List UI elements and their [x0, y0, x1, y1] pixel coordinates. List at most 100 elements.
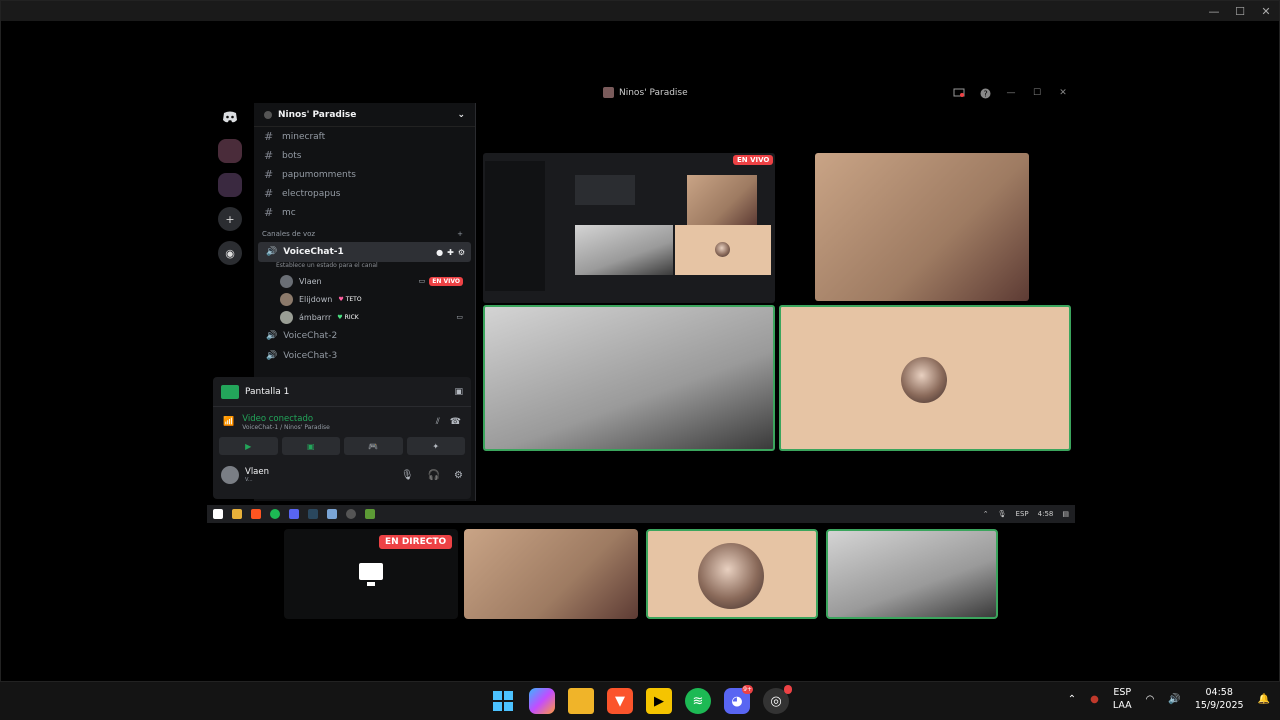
copilot-icon[interactable]: [529, 688, 555, 714]
channel-item[interactable]: # minecraft: [254, 127, 475, 146]
video-tile[interactable]: [483, 305, 775, 451]
stream-title: Ninos' Paradise: [603, 87, 688, 98]
discord-home-icon[interactable]: [218, 105, 242, 129]
explorer-icon[interactable]: [232, 509, 242, 519]
nameplate-badge: ♥ TETO: [338, 295, 362, 303]
voice-member[interactable]: ámbarrr ♥ RICK ▭: [254, 308, 475, 326]
channel-item[interactable]: # bots: [254, 146, 475, 165]
chat-icon[interactable]: ●: [436, 248, 443, 257]
recording-mic-icon[interactable]: ●: [1090, 694, 1099, 705]
voice-channel[interactable]: 🔊 VoiceChat-3: [258, 346, 471, 366]
notification-bell-icon[interactable]: 🔔: [1258, 694, 1270, 705]
lang-indicator[interactable]: ESP: [1016, 510, 1029, 518]
channel-name: bots: [282, 150, 302, 161]
voice-member[interactable]: Elijdown ♥ TETO: [254, 290, 475, 308]
guild-header[interactable]: Ninos' Paradise ⌄: [254, 103, 475, 127]
noise-suppression-icon[interactable]: ⫽: [436, 417, 440, 427]
plus-icon[interactable]: +: [457, 230, 463, 238]
screen-label: Pantalla 1: [245, 386, 290, 397]
inner-minimize-button[interactable]: —: [1005, 87, 1017, 99]
activity-button[interactable]: 🎮: [344, 437, 403, 455]
mic-icon[interactable]: 🎙: [998, 510, 1007, 518]
connection-status[interactable]: Video conectado: [242, 414, 330, 424]
notes-icon[interactable]: [327, 509, 337, 519]
server-folder-icon-2[interactable]: [218, 173, 242, 197]
soundboard-button[interactable]: ✦: [406, 437, 465, 455]
chevron-up-icon[interactable]: ⌃: [1068, 694, 1076, 705]
video-tile[interactable]: [646, 529, 818, 619]
voice-category[interactable]: Canales de voz +: [254, 226, 475, 242]
invite-icon[interactable]: ✚: [447, 248, 454, 257]
hash-icon: #: [264, 206, 274, 219]
inner-close-button[interactable]: ✕: [1057, 87, 1069, 99]
gear-icon[interactable]: ⚙: [454, 470, 463, 481]
camera-button[interactable]: ▶: [219, 437, 278, 455]
popout-icon[interactable]: ▣: [454, 387, 463, 397]
obs-icon[interactable]: ◎: [763, 685, 792, 714]
brave-icon[interactable]: [251, 509, 261, 519]
screen-share-tile[interactable]: EN DIRECTO: [284, 529, 458, 619]
heart-icon: ♥: [338, 295, 344, 303]
spotify-icon[interactable]: ≋: [685, 688, 711, 714]
video-tile[interactable]: [464, 529, 638, 619]
windows-icon[interactable]: [213, 509, 223, 519]
member-name: Elijdown: [299, 294, 333, 304]
gear-icon[interactable]: ⚙: [458, 248, 465, 257]
headphones-icon[interactable]: 🎧: [428, 470, 440, 481]
brave-icon[interactable]: ▼: [607, 688, 633, 714]
member-name: ámbarrr: [299, 312, 332, 322]
channel-item[interactable]: # papumomments: [254, 165, 475, 184]
windows-start-icon[interactable]: [490, 688, 516, 714]
voice-member[interactable]: Vlaen ▭ EN VIVO: [254, 272, 475, 290]
minimize-button[interactable]: —: [1201, 1, 1227, 21]
nested-screen-tile[interactable]: EN VIVO: [483, 153, 775, 303]
discord-icon[interactable]: [289, 509, 299, 519]
discord-icon[interactable]: ◕ 9+: [724, 685, 753, 714]
help-icon[interactable]: ?: [979, 87, 991, 99]
server-folder-icon[interactable]: [218, 139, 242, 163]
connection-channel: VoiceChat-1 / Ninos' Paradise: [242, 423, 330, 431]
channel-status[interactable]: Establece un estado para el canal: [254, 262, 475, 272]
member-name: Vlaen: [299, 276, 322, 286]
voice-panel: Pantalla 1 ▣ 📶 Video conectado VoiceChat-…: [213, 377, 471, 499]
inner-taskbar: ⌃ 🎙 ESP 4:58 ▤: [207, 505, 1075, 523]
avatar[interactable]: [221, 466, 239, 484]
video-tile[interactable]: [815, 153, 1029, 301]
clock[interactable]: 4:58: [1038, 510, 1054, 518]
share-screen-button[interactable]: ▣: [281, 437, 340, 455]
hash-icon: #: [264, 168, 274, 181]
clock[interactable]: 04:58 15/9/2025: [1195, 686, 1244, 712]
voice-channel-active[interactable]: 🔊 VoiceChat-1 ● ✚ ⚙: [258, 242, 471, 262]
channel-item[interactable]: # electropapus: [254, 184, 475, 203]
voice-channel[interactable]: 🔊 VoiceChat-2: [258, 326, 471, 346]
add-server-icon[interactable]: +: [218, 207, 242, 231]
microphone-icon[interactable]: 🎙: [401, 470, 414, 481]
chevron-down-icon[interactable]: ⌄: [457, 110, 465, 120]
wifi-icon[interactable]: ◠: [1146, 694, 1155, 705]
screen-icon[interactable]: [953, 87, 965, 99]
disconnect-icon[interactable]: ☎: [450, 417, 461, 427]
steam-icon[interactable]: [308, 509, 318, 519]
category-label: Canales de voz: [262, 230, 316, 238]
volume-icon[interactable]: 🔊: [1168, 694, 1180, 705]
channel-name: papumomments: [282, 169, 356, 180]
video-tile[interactable]: [826, 529, 998, 619]
signal-icon: 📶: [223, 417, 235, 427]
channel-item[interactable]: # mc: [254, 203, 475, 222]
maximize-button[interactable]: ☐: [1227, 1, 1253, 21]
shared-screen: Ninos' Paradise ? — ☐ ✕ + ◉ Ninos' Parad…: [207, 81, 1075, 525]
user-name: Vlaen: [245, 467, 270, 477]
chevron-up-icon[interactable]: ⌃: [983, 510, 989, 518]
discover-icon[interactable]: ◉: [218, 241, 242, 265]
notification-icon[interactable]: ▤: [1062, 510, 1069, 518]
input-language[interactable]: ESP LAA: [1113, 686, 1132, 712]
spotify-icon[interactable]: [270, 509, 280, 519]
file-explorer-icon[interactable]: [568, 688, 594, 714]
inner-maximize-button[interactable]: ☐: [1031, 87, 1043, 99]
minecraft-icon[interactable]: [365, 509, 375, 519]
media-app-icon[interactable]: ▶: [646, 688, 672, 714]
video-tile[interactable]: [779, 305, 1071, 451]
close-button[interactable]: ✕: [1253, 1, 1279, 21]
obs-icon[interactable]: [346, 509, 356, 519]
monitor-icon: [359, 563, 383, 586]
